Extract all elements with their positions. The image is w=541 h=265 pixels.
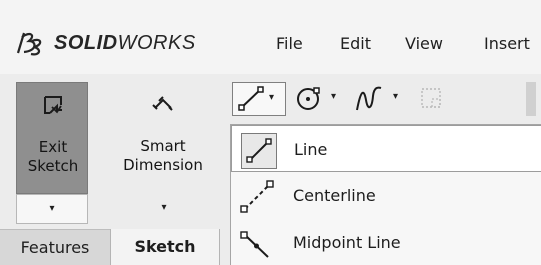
circle-icon [297,87,320,110]
command-manager-tabs: Features Sketch [0,229,230,265]
line-dropdown-menu: Line Centerline Midpoint Line [230,124,541,265]
circle-tool-button[interactable]: ▾ [294,82,346,116]
menu-item-label: Midpoint Line [293,233,401,252]
exit-sketch-dropdown-button[interactable]: ▾ [16,194,88,224]
menu-item-label: Line [294,140,328,159]
spline-tool-button[interactable]: ▾ [354,82,406,116]
sketch-toolbar: ▾ ▾ ▾ [230,74,541,124]
ds-logo-icon [16,32,42,56]
menu-item-label: Centerline [293,186,376,205]
exit-sketch-button[interactable]: Exit Sketch [16,82,88,194]
spline-icon [356,86,382,111]
line-icon [238,86,264,111]
menu-file[interactable]: File [276,31,303,57]
brand-wordmark: SOLIDWORKS [54,32,196,55]
exit-sketch-label-line1: Exit [38,138,68,156]
menu-edit[interactable]: Edit [340,31,371,57]
centerline-icon [240,180,274,213]
circle-tool-dropdown-icon[interactable]: ▾ [331,91,336,102]
chevron-down-icon: ▾ [49,203,55,214]
line-icon [246,138,272,163]
rectangle-tool-button[interactable] [418,82,448,116]
menu-view[interactable]: View [405,31,443,57]
menu-item-centerline[interactable]: Centerline [231,172,541,219]
brand-prefix: SOLID [54,31,118,54]
exit-sketch-label-line2: Sketch [27,157,79,175]
brand-suffix: WORKS [117,31,196,54]
tab-features[interactable]: Features [0,229,110,265]
smart-dimension-icon [152,96,173,111]
chevron-down-icon: ▾ [161,202,167,213]
line-icon-frame [241,133,277,169]
line-tool-dropdown-icon[interactable]: ▾ [269,92,274,103]
tab-sketch[interactable]: Sketch [110,229,220,265]
smart-dimension-dropdown-button[interactable]: ▾ [108,202,220,213]
spline-tool-dropdown-icon[interactable]: ▾ [393,91,398,102]
toolbar-overflow-edge [526,82,536,116]
menu-insert[interactable]: Insert [484,31,530,57]
smart-dimension-label: Smart Dimension [108,137,218,175]
menu-item-line[interactable]: Line [231,125,541,172]
exit-sketch-icon [44,96,62,114]
exit-sketch-label: Exit Sketch [17,138,89,176]
smart-dimension-label-line1: Smart [140,137,186,155]
title-menu-bar: SOLIDWORKS File Edit View Insert [0,0,541,74]
solidworks-logo[interactable]: SOLIDWORKS [14,27,196,59]
midpoint-line-icon [240,231,269,258]
smart-dimension-label-line2: Dimension [123,156,203,174]
solidworks-window: SOLIDWORKS File Edit View Insert Exit Sk… [0,0,541,265]
line-tool-button[interactable]: ▾ [232,82,286,116]
menu-item-midpoint-line[interactable]: Midpoint Line [231,219,541,265]
rectangle-icon [421,88,441,108]
smart-dimension-button[interactable]: Smart Dimension [108,82,220,194]
